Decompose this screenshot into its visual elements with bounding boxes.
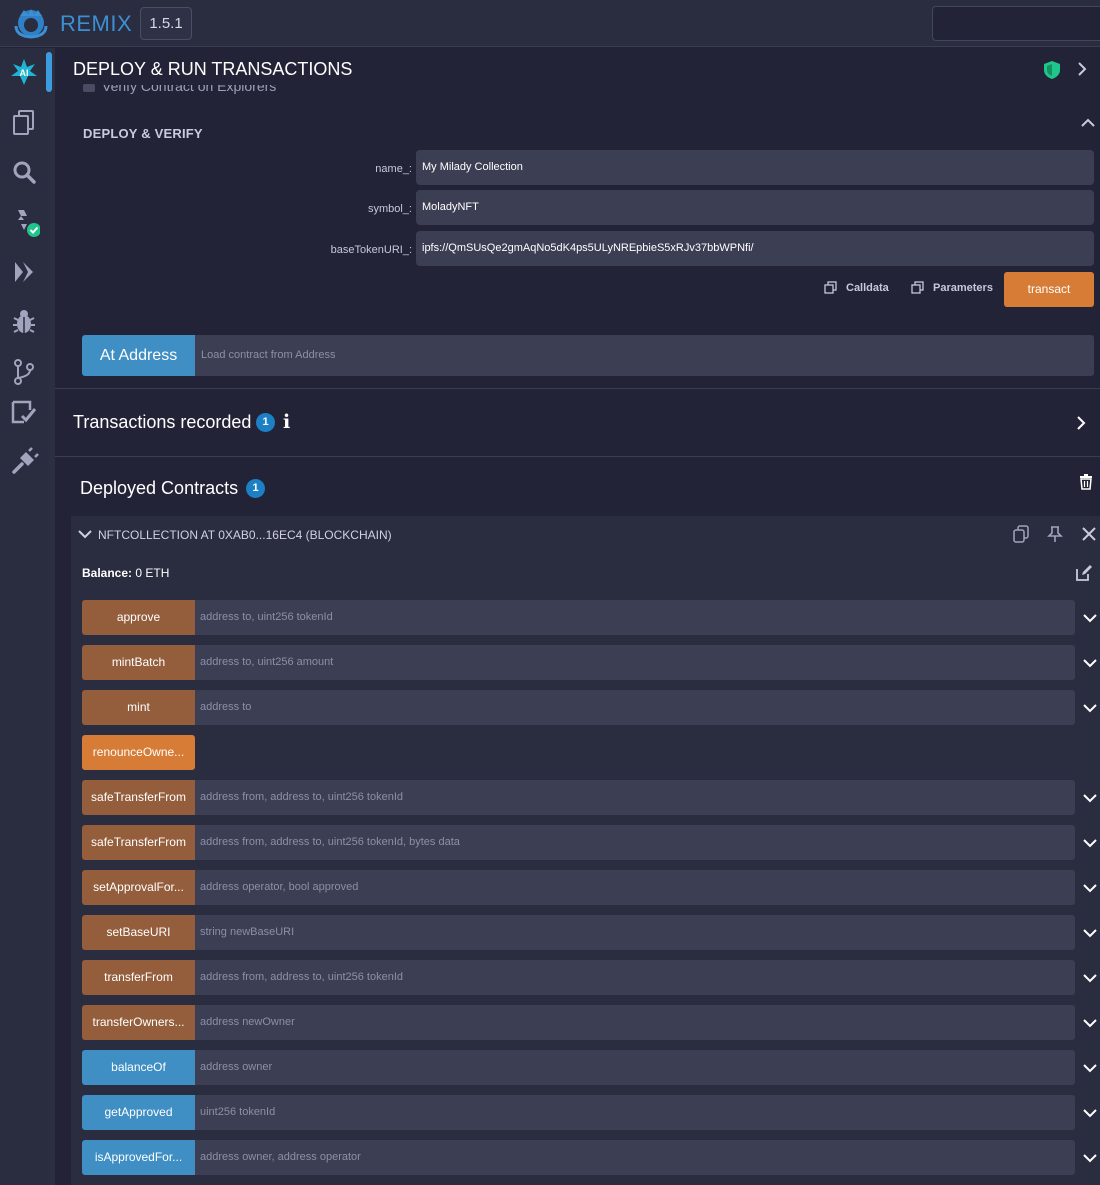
chevron-down-icon[interactable] — [1082, 610, 1098, 626]
calldata-button[interactable]: Calldata — [824, 281, 889, 294]
function-params-input[interactable]: address to, uint256 tokenId — [195, 600, 1075, 635]
chevron-down-icon[interactable] — [1082, 655, 1098, 671]
balance-label: Balance: — [82, 566, 133, 580]
function-button[interactable]: transferOwners... — [82, 1005, 195, 1040]
function-button[interactable]: approve — [82, 600, 195, 635]
parameters-button[interactable]: Parameters — [911, 281, 993, 294]
function-button[interactable]: transferFrom — [82, 960, 195, 995]
chevron-down-icon[interactable] — [1082, 1105, 1098, 1121]
verify-label: Verify Contract on Explorers — [102, 78, 277, 94]
search-icon[interactable] — [8, 156, 40, 188]
git-icon[interactable] — [8, 356, 40, 388]
function-params-input[interactable]: address to, uint256 amount — [195, 645, 1075, 680]
function-button[interactable]: safeTransferFrom — [82, 780, 195, 815]
unit-testing-icon[interactable] — [8, 396, 40, 428]
function-button[interactable]: mint — [82, 690, 195, 725]
function-params-input[interactable]: uint256 tokenId — [195, 1095, 1075, 1130]
chevron-down-icon[interactable] — [1082, 880, 1098, 896]
chevron-down-icon[interactable] — [1082, 700, 1098, 716]
param-label-base-uri: baseTokenURI_: — [330, 244, 412, 256]
function-params-input[interactable]: address newOwner — [195, 1005, 1075, 1040]
panel-title: DEPLOY & RUN TRANSACTIONS — [73, 59, 353, 79]
file-explorer-icon[interactable] — [8, 106, 40, 138]
function-params-input[interactable]: address operator, bool approved — [195, 870, 1075, 905]
chevron-down-icon[interactable] — [1082, 1060, 1098, 1076]
close-icon[interactable] — [1080, 525, 1098, 543]
function-params-input[interactable]: address from, address to, uint256 tokenI… — [195, 825, 1075, 860]
deploy-section-header: DEPLOY & VERIFY — [83, 126, 203, 141]
trash-icon[interactable] — [1079, 474, 1093, 490]
function-params-input[interactable]: string newBaseURI — [195, 915, 1075, 950]
function-button[interactable]: balanceOf — [82, 1050, 195, 1085]
chevron-down-icon[interactable] — [1082, 970, 1098, 986]
chevron-down-icon[interactable] — [1082, 925, 1098, 941]
top-bar: REMIX 1.5.1 — [0, 0, 1100, 47]
function-params-input[interactable]: address from, address to, uint256 tokenI… — [195, 960, 1075, 995]
edit-icon[interactable] — [1075, 564, 1093, 582]
debugger-icon[interactable] — [8, 306, 40, 338]
active-plugin-indicator — [46, 52, 52, 92]
function-button[interactable]: getApproved — [82, 1095, 195, 1130]
brand-name: REMIX — [60, 11, 133, 36]
chevron-right-icon[interactable] — [1073, 415, 1089, 431]
chevron-down-icon[interactable] — [1082, 1150, 1098, 1166]
deploy-run-panel: DEPLOY & RUN TRANSACTIONS Verify Contrac… — [55, 48, 1100, 1185]
chevron-down-icon[interactable] — [1082, 1015, 1098, 1031]
chevron-right-icon[interactable] — [1074, 61, 1090, 77]
remix-logo-icon[interactable] — [12, 6, 50, 40]
verify-checkbox[interactable] — [83, 84, 95, 92]
param-input-base-uri[interactable]: ipfs://QmSUsQe2gmAqNo5dK4ps5ULyNREpbieS5… — [416, 231, 1094, 266]
function-button[interactable]: setApprovalFor... — [82, 870, 195, 905]
icon-panel: AI — [0, 48, 49, 1185]
top-search-input[interactable] — [932, 6, 1100, 41]
transact-button[interactable]: transact — [1004, 272, 1094, 307]
function-params-input[interactable]: address owner, address operator — [195, 1140, 1075, 1175]
info-icon[interactable]: i — [283, 411, 290, 433]
solidity-compiler-icon[interactable] — [8, 206, 41, 238]
version-badge[interactable]: 1.5.1 — [140, 7, 192, 40]
transactions-recorded-title[interactable]: Transactions recorded — [73, 412, 251, 433]
calldata-label: Calldata — [846, 282, 889, 294]
chevron-down-icon[interactable] — [1082, 790, 1098, 806]
function-params-input[interactable]: address owner — [195, 1050, 1075, 1085]
function-button[interactable]: renounceOwne... — [82, 735, 195, 770]
divider — [55, 456, 1100, 457]
divider — [55, 388, 1100, 389]
transactions-count-badge: 1 — [256, 413, 275, 432]
function-button[interactable]: isApprovedFor... — [82, 1140, 195, 1175]
at-address-button[interactable]: At Address — [82, 335, 195, 376]
at-address-input[interactable]: Load contract from Address — [195, 335, 1094, 376]
deployed-count-badge: 1 — [246, 479, 265, 498]
chevron-down-icon[interactable] — [1082, 835, 1098, 851]
balance-value: 0 ETH — [135, 566, 170, 580]
ai-assistant-icon[interactable]: AI — [8, 56, 40, 88]
function-button[interactable]: mintBatch — [82, 645, 195, 680]
param-input-symbol[interactable]: MoladyNFT — [416, 190, 1094, 225]
copy-icon — [911, 281, 924, 294]
chevron-up-icon[interactable] — [1080, 115, 1096, 131]
function-params-input[interactable]: address from, address to, uint256 tokenI… — [195, 780, 1075, 815]
parameters-label: Parameters — [933, 282, 993, 294]
copy-icon — [824, 281, 837, 294]
function-params-input[interactable]: address to — [195, 690, 1075, 725]
pin-icon[interactable] — [1046, 525, 1064, 543]
shield-icon[interactable] — [1043, 60, 1061, 80]
copy-icon[interactable] — [1012, 525, 1030, 543]
param-input-name[interactable]: My Milady Collection — [416, 150, 1094, 185]
param-label-name: name_: — [375, 163, 412, 175]
deployed-contracts-title: Deployed Contracts — [80, 478, 239, 498]
function-button[interactable]: safeTransferFrom — [82, 825, 195, 860]
chevron-down-icon[interactable] — [78, 527, 92, 541]
plugin-manager-icon[interactable] — [8, 446, 40, 478]
param-label-symbol: symbol_: — [367, 203, 412, 215]
deploy-run-icon[interactable] — [8, 256, 40, 288]
svg-text:AI: AI — [20, 68, 29, 78]
function-button[interactable]: setBaseURI — [82, 915, 195, 950]
balance: Balance: 0 ETH — [82, 566, 169, 580]
instance-title[interactable]: NFTCOLLECTION AT 0XAB0...16EC4 (BLOCKCHA… — [98, 528, 392, 542]
